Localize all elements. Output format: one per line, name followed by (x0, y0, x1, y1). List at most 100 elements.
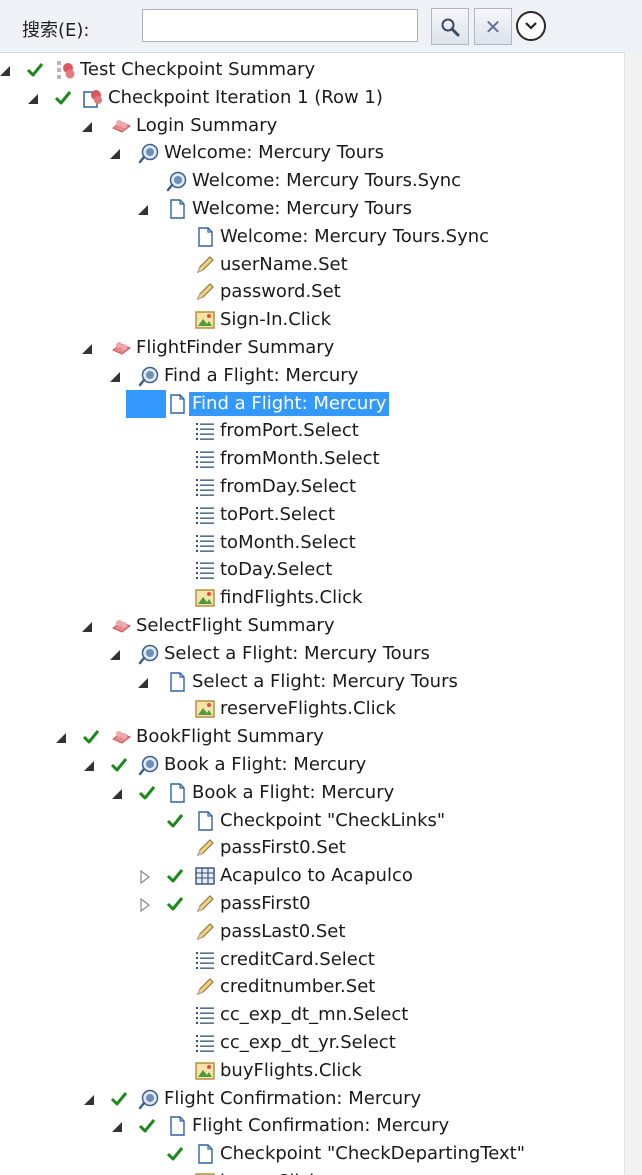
tree-row[interactable]: Select a Flight: Mercury Tours (0, 668, 620, 696)
collapse-triangle-icon[interactable] (108, 146, 122, 160)
tree-row[interactable]: FlightFinder Summary (0, 334, 620, 362)
page-icon (166, 1115, 188, 1137)
list-icon (194, 448, 216, 470)
collapse-triangle-icon[interactable] (0, 63, 12, 77)
tree-row[interactable]: passFirst0 (0, 890, 620, 918)
tree-row[interactable]: cc_exp_dt_yr.Select (0, 1029, 620, 1057)
tree-row[interactable]: Welcome: Mercury Tours.Sync (0, 167, 620, 195)
browser-icon (138, 643, 160, 665)
image-icon (194, 698, 216, 720)
tree-row[interactable]: Checkpoint Iteration 1 (Row 1) (0, 84, 620, 112)
list-icon (194, 949, 216, 971)
action-icon (110, 337, 132, 359)
tree-row[interactable]: Acapulco to Acapulco (0, 862, 620, 890)
expand-triangle-icon[interactable] (138, 869, 152, 885)
tree-row-label: Book a Flight: Mercury (164, 754, 367, 775)
collapse-triangle-icon[interactable] (82, 1092, 96, 1106)
tree-row-label: SelectFlight Summary (136, 615, 335, 636)
collapse-triangle-icon[interactable] (54, 730, 68, 744)
tree-row[interactable]: Find a Flight: Mercury (0, 389, 620, 418)
tree-row-label: cc_exp_dt_yr.Select (220, 1032, 396, 1053)
browser-icon (166, 170, 188, 192)
collapse-triangle-icon[interactable] (80, 619, 94, 633)
tree-row-label: Sign-In.Click (220, 309, 332, 331)
expand-triangle-icon[interactable] (138, 897, 152, 913)
image-icon (194, 587, 216, 609)
tree-row-label: cc_exp_dt_mn.Select (220, 1004, 409, 1026)
collapse-triangle-icon[interactable] (108, 369, 122, 383)
magnifier-icon (441, 18, 460, 36)
tree-row-label: Welcome: Mercury Tours.Sync (192, 170, 462, 192)
tree-row[interactable]: buyFlights.Click (0, 1057, 620, 1085)
tree-row[interactable]: Book a Flight: Mercury (0, 779, 620, 807)
tree-row[interactable]: Flight Confirmation: Mercury (0, 1112, 620, 1140)
tree-row[interactable]: fromMonth.Select (0, 445, 620, 473)
tree-row-label: Flight Confirmation: Mercury (164, 1087, 422, 1109)
tree-row[interactable]: Book a Flight: Mercury (0, 751, 620, 779)
tree-row[interactable]: Welcome: Mercury Tours (0, 139, 620, 167)
tree-row[interactable]: toDay.Select (0, 556, 620, 584)
tree-row[interactable]: password.Set (0, 278, 620, 306)
tree-row-label: creditnumber.Set (220, 976, 376, 998)
tree-row[interactable]: Find a Flight: Mercury (0, 362, 620, 390)
tree-row[interactable]: userName.Set (0, 251, 620, 279)
tree-row[interactable]: fromDay.Select (0, 473, 620, 501)
collapse-triangle-icon[interactable] (136, 675, 150, 689)
tree-row[interactable]: creditCard.Select (0, 946, 620, 974)
search-input[interactable] (142, 9, 418, 42)
tree-row[interactable]: SelectFlight Summary (0, 612, 620, 640)
tree-row[interactable]: passFirst0.Set (0, 834, 620, 862)
edit-icon (194, 837, 216, 859)
tree-row-label: home.Click (217, 1170, 323, 1175)
tree-row[interactable]: creditnumber.Set (0, 973, 620, 1001)
tree-row[interactable]: Login Summary (0, 112, 620, 140)
tree-row-label: Welcome: Mercury Tours (192, 198, 412, 219)
collapse-triangle-icon[interactable] (80, 119, 94, 133)
image-icon (194, 1060, 216, 1082)
search-button[interactable] (431, 8, 469, 45)
collapse-triangle-icon[interactable] (108, 647, 122, 661)
tree-row-label: FlightFinder Summary (136, 337, 335, 358)
tree-row-label: reserveFlights.Click (220, 698, 396, 720)
passed-check-icon (54, 89, 72, 107)
tree-row[interactable]: findFlights.Click (0, 584, 620, 612)
clear-search-button[interactable]: ✕ (474, 8, 512, 45)
vertical-scrollbar[interactable] (624, 52, 642, 1175)
tree-row[interactable]: fromPort.Select (0, 417, 620, 445)
options-dropdown-button[interactable] (516, 11, 546, 41)
collapse-triangle-icon[interactable] (110, 1119, 124, 1133)
tree-row[interactable]: Flight Confirmation: Mercury (0, 1085, 620, 1113)
passed-check-icon (138, 1117, 156, 1135)
tree-row[interactable]: Welcome: Mercury Tours.Sync (0, 223, 620, 251)
tree-row[interactable]: Test Checkpoint Summary (0, 56, 620, 84)
tree-row[interactable]: BookFlight Summary (0, 723, 620, 751)
tree-row[interactable]: toPort.Select (0, 501, 620, 529)
collapse-triangle-icon[interactable] (110, 786, 124, 800)
tree-row-label: Find a Flight: Mercury (164, 364, 359, 386)
tree-row[interactable]: Select a Flight: Mercury Tours (0, 640, 620, 668)
tree-row-label: userName.Set (220, 253, 348, 275)
tree-row[interactable]: passLast0.Set (0, 918, 620, 946)
action-icon (110, 615, 132, 637)
tree-row[interactable]: reserveFlights.Click (0, 695, 620, 723)
tree-row[interactable]: Checkpoint "CheckLinks" (0, 807, 620, 835)
collapse-triangle-icon[interactable] (80, 341, 94, 355)
selection-highlight (126, 389, 166, 418)
tree-row-label: password.Set (220, 281, 341, 303)
page-icon (194, 226, 216, 248)
tree-row[interactable]: Checkpoint "CheckDepartingText" (0, 1140, 620, 1168)
tree-row[interactable]: home.Click (0, 1168, 620, 1175)
collapse-triangle-icon[interactable] (26, 91, 40, 105)
tree-row-label: Checkpoint Iteration 1 (Row 1) (108, 86, 383, 108)
tree-row-label: Select a Flight: Mercury Tours (192, 670, 458, 692)
table-icon (194, 865, 216, 887)
collapse-triangle-icon[interactable] (82, 758, 96, 772)
tree-row[interactable]: toMonth.Select (0, 529, 620, 557)
passed-check-icon (110, 1090, 128, 1108)
page-icon (166, 393, 188, 415)
collapse-triangle-icon[interactable] (136, 202, 150, 216)
tree-row[interactable]: Sign-In.Click (0, 306, 620, 334)
tree-row[interactable]: Welcome: Mercury Tours (0, 195, 620, 223)
image-icon (194, 1171, 216, 1175)
tree-row[interactable]: cc_exp_dt_mn.Select (0, 1001, 620, 1029)
